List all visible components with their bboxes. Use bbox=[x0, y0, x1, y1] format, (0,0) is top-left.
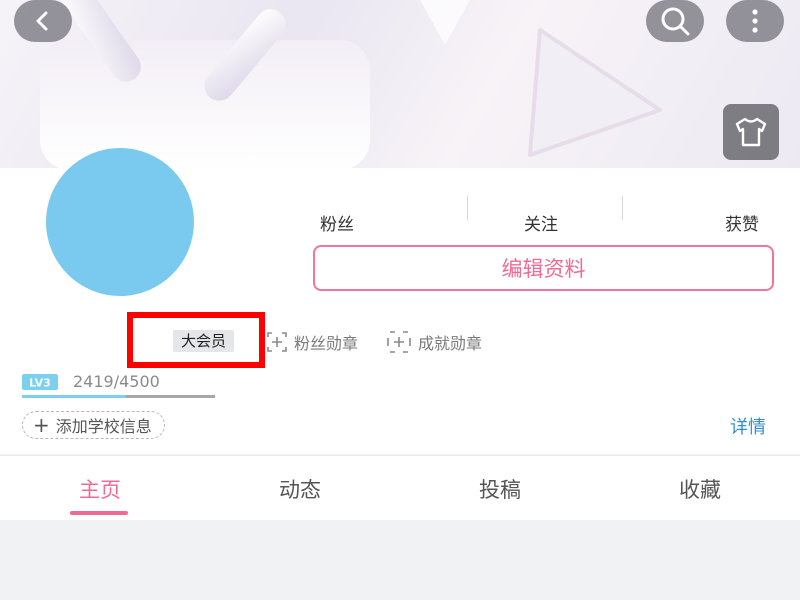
more-button[interactable] bbox=[726, 0, 784, 42]
tshirt-icon bbox=[735, 117, 767, 147]
level-badge: LV3 bbox=[22, 374, 58, 390]
search-button[interactable] bbox=[646, 0, 704, 42]
avatar[interactable] bbox=[46, 148, 194, 296]
profile-section: 粉丝 关注 获赞 编辑资料 大会员 粉丝勋章 成就勋章 LV3 2419/450… bbox=[0, 148, 800, 454]
fan-medal-label: 粉丝勋章 bbox=[294, 334, 359, 353]
more-icon bbox=[752, 9, 758, 33]
back-icon bbox=[36, 11, 48, 31]
profile-tabs: 主页 动态 投稿 收藏 bbox=[0, 455, 800, 520]
stat-likes-label: 获赞 bbox=[725, 215, 759, 235]
fan-medal-button[interactable]: 粉丝勋章 bbox=[266, 330, 358, 354]
edit-profile-label: 编辑资料 bbox=[501, 257, 586, 281]
add-box-icon bbox=[267, 332, 287, 352]
highlight-box bbox=[127, 312, 265, 368]
search-icon bbox=[661, 7, 690, 36]
achievement-medal-button[interactable]: 成就勋章 bbox=[386, 330, 482, 354]
stat-fans-label[interactable]: 粉丝 bbox=[320, 210, 354, 235]
exp-progress-fill bbox=[22, 395, 127, 398]
add-school-button[interactable]: + 添加学校信息 bbox=[22, 411, 165, 439]
stat-following-label[interactable]: 关注 bbox=[524, 210, 558, 235]
level-badge-text: LV3 bbox=[29, 377, 51, 390]
tab-favorites[interactable]: 收藏 bbox=[650, 474, 750, 504]
active-tab-indicator bbox=[70, 511, 128, 515]
exp-progress-bar bbox=[22, 395, 215, 398]
profile-banner bbox=[0, 0, 800, 168]
plus-icon: + bbox=[33, 413, 50, 437]
tab-dynamics[interactable]: 动态 bbox=[250, 474, 350, 504]
edit-profile-button[interactable]: 编辑资料 bbox=[313, 245, 774, 291]
stat-divider bbox=[622, 196, 623, 220]
stat-divider bbox=[467, 196, 468, 220]
achievement-medal-label: 成就勋章 bbox=[418, 334, 483, 353]
back-button[interactable] bbox=[14, 0, 72, 42]
tab-home[interactable]: 主页 bbox=[50, 474, 150, 504]
tab-posts[interactable]: 投稿 bbox=[450, 474, 550, 504]
add-school-label: 添加学校信息 bbox=[55, 417, 152, 436]
exp-text: 2419/4500 bbox=[73, 372, 160, 391]
details-link[interactable]: 详情 bbox=[730, 413, 766, 439]
add-box-icon bbox=[387, 331, 411, 353]
theme-button[interactable] bbox=[723, 104, 779, 160]
